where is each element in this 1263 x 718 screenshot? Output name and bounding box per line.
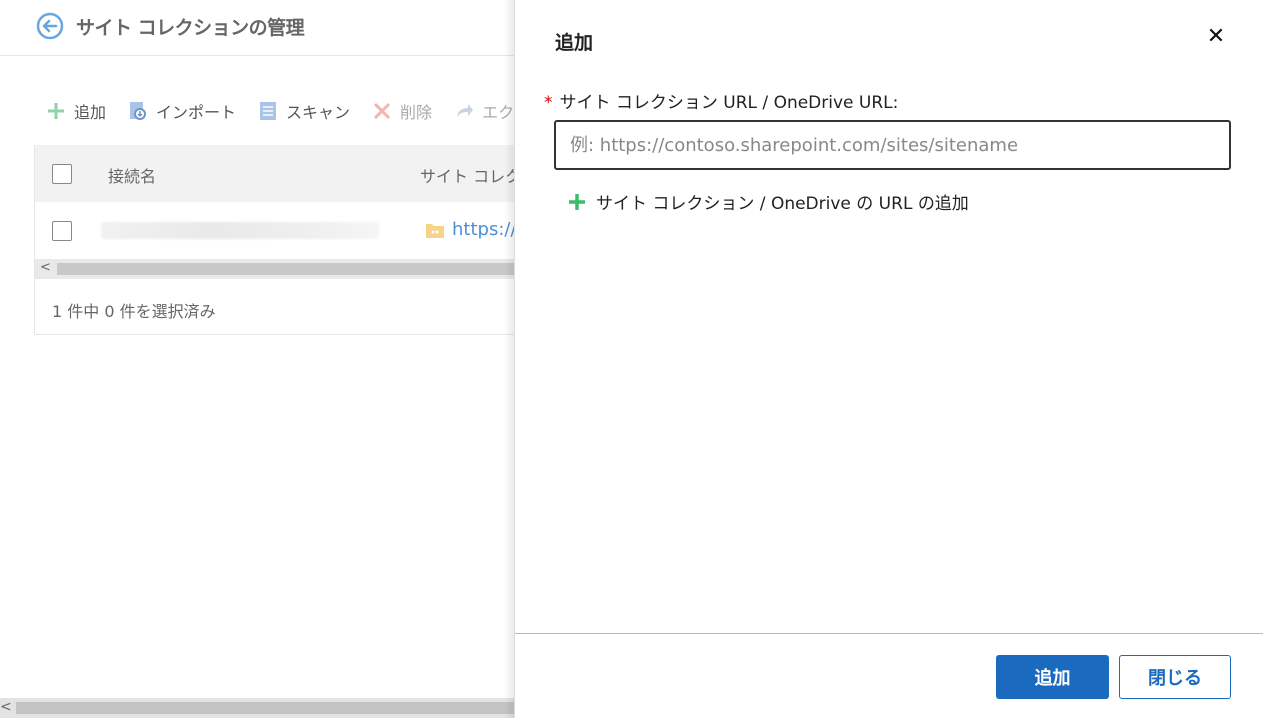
- add-button-label: 追加: [74, 103, 107, 122]
- scan-button[interactable]: スキャン: [258, 99, 350, 123]
- url-field-label-text: サイト コレクション URL / OneDrive URL:: [559, 93, 899, 113]
- delete-icon: [373, 102, 391, 120]
- site-collection-grid: 接続名 サイト コレクシ https:// < 1 件中 0 件を選択済み: [34, 145, 537, 335]
- import-button-label: インポート: [156, 103, 237, 122]
- footer-divider: [515, 633, 1263, 634]
- add-url-label: サイト コレクション / OneDrive の URL の追加: [596, 194, 969, 214]
- folder-icon: [426, 224, 444, 238]
- required-marker: *: [544, 93, 553, 113]
- plus-icon: [569, 193, 585, 210]
- add-button[interactable]: 追加: [46, 99, 106, 123]
- back-arrow-icon[interactable]: [36, 12, 64, 40]
- scrollbar-thumb[interactable]: [57, 263, 527, 275]
- scan-icon: [260, 102, 277, 120]
- select-all-checkbox[interactable]: [52, 164, 72, 184]
- add-url-button[interactable]: サイト コレクション / OneDrive の URL の追加: [567, 189, 969, 214]
- scrollbar-thumb[interactable]: [16, 702, 514, 714]
- grid-horizontal-scrollbar[interactable]: <: [35, 259, 535, 279]
- redacted-connection-name: [101, 222, 379, 239]
- plus-icon: [48, 103, 64, 119]
- submit-add-button[interactable]: 追加: [996, 655, 1109, 699]
- table-row[interactable]: https://: [35, 202, 535, 259]
- column-header-name[interactable]: 接続名: [108, 163, 156, 187]
- import-icon: [130, 102, 147, 120]
- add-site-panel: 追加 ✕ * サイト コレクション URL / OneDrive URL: サイト…: [514, 0, 1263, 718]
- close-button[interactable]: 閉じる: [1119, 655, 1231, 699]
- row-checkbox[interactable]: [52, 221, 72, 241]
- scroll-left-icon[interactable]: <: [40, 260, 51, 275]
- page-title: サイト コレクションの管理: [76, 17, 305, 39]
- scroll-left-icon[interactable]: <: [0, 699, 12, 715]
- delete-button-label: 削除: [400, 103, 433, 122]
- grid-header: 接続名 サイト コレクシ: [35, 145, 537, 202]
- selection-count: 1 件中 0 件を選択済み: [52, 302, 216, 321]
- panel-title: 追加: [555, 32, 594, 54]
- panel-shadow: [504, 0, 514, 718]
- close-icon[interactable]: ✕: [1204, 25, 1228, 49]
- site-url-input[interactable]: [554, 120, 1231, 170]
- toolbar: 追加 インポート スキャン 削除: [46, 97, 552, 125]
- import-button[interactable]: インポート: [128, 99, 236, 123]
- url-field-label: * サイト コレクション URL / OneDrive URL:: [544, 88, 898, 113]
- page-horizontal-scrollbar[interactable]: <: [0, 698, 514, 718]
- export-icon: [457, 104, 474, 117]
- scan-button-label: スキャン: [286, 103, 351, 122]
- delete-button[interactable]: 削除: [372, 99, 432, 123]
